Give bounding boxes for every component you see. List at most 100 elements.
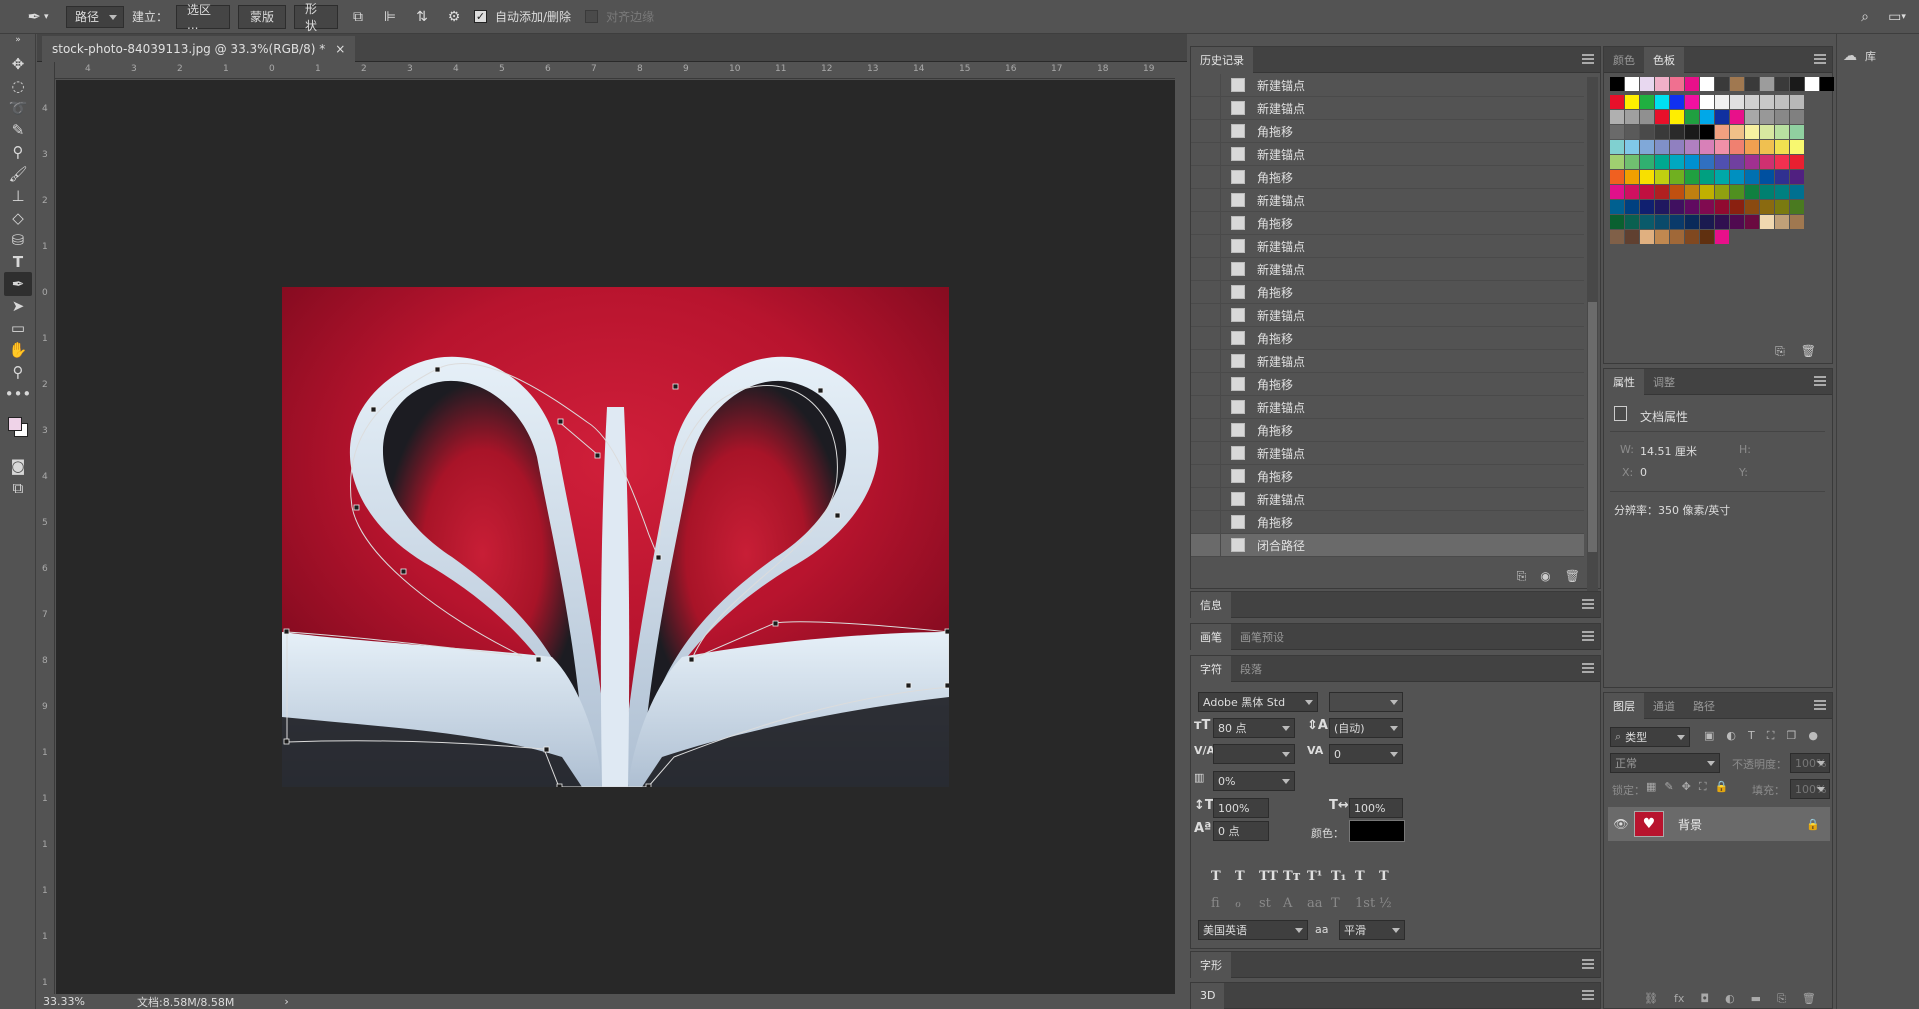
filter-shape-icon[interactable]: ⛶ xyxy=(1767,729,1775,743)
text-style-button[interactable]: T¹ xyxy=(1307,869,1322,884)
history-item[interactable]: 新建锚点 xyxy=(1191,349,1584,373)
color-swatch[interactable] xyxy=(1775,170,1789,184)
color-swatch[interactable] xyxy=(1760,95,1774,109)
color-swatch[interactable] xyxy=(1790,170,1804,184)
color-swatch[interactable] xyxy=(1775,185,1789,199)
color-swatch[interactable] xyxy=(1655,230,1669,244)
color-swatch[interactable] xyxy=(1610,140,1624,154)
color-swatch[interactable] xyxy=(1670,125,1684,139)
color-swatch[interactable] xyxy=(1820,77,1834,91)
filter-smart-icon[interactable]: ❐ xyxy=(1786,729,1796,743)
color-swatch[interactable] xyxy=(1790,185,1804,199)
color-swatch[interactable] xyxy=(1700,125,1714,139)
color-swatch[interactable] xyxy=(1610,185,1624,199)
workspace-icon[interactable]: ▭ ▾ xyxy=(1885,5,1909,29)
color-swatch[interactable] xyxy=(1745,140,1759,154)
color-swatch[interactable] xyxy=(1685,140,1699,154)
color-swatch[interactable] xyxy=(1685,185,1699,199)
color-swatch[interactable] xyxy=(1700,140,1714,154)
color-swatch[interactable] xyxy=(1655,170,1669,184)
color-swatch[interactable] xyxy=(1745,170,1759,184)
tab-color[interactable]: 颜色 xyxy=(1604,47,1644,73)
history-item[interactable]: 闭合路径 xyxy=(1191,533,1584,557)
color-swatch[interactable] xyxy=(1760,185,1774,199)
color-swatch[interactable] xyxy=(1610,170,1624,184)
zoom-tool-icon[interactable]: ⚲ xyxy=(4,360,32,384)
panel-3d-menu-icon[interactable] xyxy=(1582,990,1594,1000)
rectangle-tool-icon[interactable]: ▭ xyxy=(4,316,32,340)
color-swatch[interactable] xyxy=(1700,215,1714,229)
color-swatches-icon[interactable] xyxy=(4,406,32,446)
opentype-button[interactable]: aa xyxy=(1307,896,1323,911)
color-swatch[interactable] xyxy=(1775,77,1789,91)
color-swatch[interactable] xyxy=(1730,125,1744,139)
opentype-button[interactable]: st xyxy=(1259,896,1271,911)
color-swatch[interactable] xyxy=(1670,200,1684,214)
color-swatch[interactable] xyxy=(1610,155,1624,169)
history-snapshot-checkbox[interactable] xyxy=(1191,142,1221,166)
color-swatch[interactable] xyxy=(1670,230,1684,244)
history-item[interactable]: 新建锚点 xyxy=(1191,73,1584,97)
color-swatch[interactable] xyxy=(1760,140,1774,154)
color-swatch[interactable] xyxy=(1730,110,1744,124)
leading-field[interactable]: (自动) xyxy=(1329,718,1403,738)
color-swatch[interactable] xyxy=(1685,95,1699,109)
new-layer-icon[interactable]: ⎘ xyxy=(1777,992,1786,1006)
color-swatch[interactable] xyxy=(1610,95,1624,109)
bucket-tool-icon[interactable]: ⛁ xyxy=(4,228,32,252)
history-snapshot-checkbox[interactable] xyxy=(1191,510,1221,534)
quick-select-tool-icon[interactable]: ✎ xyxy=(4,118,32,142)
history-snapshot-checkbox[interactable] xyxy=(1191,441,1221,465)
color-swatch[interactable] xyxy=(1715,77,1729,91)
glyphs-menu-icon[interactable] xyxy=(1582,959,1594,969)
color-swatch[interactable] xyxy=(1625,200,1639,214)
filter-adjustment-icon[interactable]: ◐ xyxy=(1726,729,1736,743)
color-swatch[interactable] xyxy=(1700,95,1714,109)
document-tab[interactable]: stock-photo-84039113.jpg @ 33.3%(RGB/8) … xyxy=(42,36,356,62)
tab-info[interactable]: 信息 xyxy=(1191,591,1231,618)
blend-mode-select[interactable]: 正常 xyxy=(1610,753,1720,773)
color-swatch[interactable] xyxy=(1745,95,1759,109)
tsume-field[interactable]: 0% xyxy=(1213,771,1295,791)
color-swatch[interactable] xyxy=(1655,95,1669,109)
opentype-button[interactable]: 1st xyxy=(1355,896,1375,911)
color-swatch[interactable] xyxy=(1745,125,1759,139)
color-swatch[interactable] xyxy=(1625,125,1639,139)
horizontal-scale-field[interactable]: 100% xyxy=(1349,798,1403,818)
color-swatch[interactable] xyxy=(1640,215,1654,229)
color-swatch[interactable] xyxy=(1730,155,1744,169)
path-select-tool-icon[interactable]: ➤ xyxy=(4,294,32,318)
color-swatch[interactable] xyxy=(1760,200,1774,214)
history-snapshot-checkbox[interactable] xyxy=(1191,303,1221,327)
color-swatch[interactable] xyxy=(1610,200,1624,214)
history-snapshot-checkbox[interactable] xyxy=(1191,395,1221,419)
color-swatch[interactable] xyxy=(1760,170,1774,184)
lasso-tool-icon[interactable]: ➰ xyxy=(4,96,32,120)
text-style-button[interactable]: TT xyxy=(1259,869,1278,884)
delete-swatch-icon[interactable]: 🗑 xyxy=(1801,344,1816,359)
gear-icon[interactable]: ⚙ xyxy=(442,5,466,29)
text-color-swatch[interactable] xyxy=(1349,820,1405,842)
tab-3d[interactable]: 3D xyxy=(1191,982,1225,1009)
color-swatch[interactable] xyxy=(1655,110,1669,124)
color-swatch[interactable] xyxy=(1655,200,1669,214)
opacity-field[interactable]: 100% xyxy=(1790,753,1830,773)
color-swatch[interactable] xyxy=(1700,110,1714,124)
history-item[interactable]: 角拖移 xyxy=(1191,326,1584,350)
canvas-area[interactable] xyxy=(56,80,1175,994)
move-tool-icon[interactable]: ✥ xyxy=(4,52,32,76)
history-item[interactable]: 角拖移 xyxy=(1191,280,1584,304)
tab-character[interactable]: 字符 xyxy=(1191,655,1231,682)
auto-add-delete-checkbox[interactable]: ✓ xyxy=(474,10,488,23)
color-swatch[interactable] xyxy=(1730,95,1744,109)
color-swatch[interactable] xyxy=(1685,170,1699,184)
quick-mask-icon[interactable]: ◙ xyxy=(4,454,32,478)
color-swatch[interactable] xyxy=(1640,185,1654,199)
path-alignment-icon[interactable]: ⊫ xyxy=(378,5,402,29)
color-swatch[interactable] xyxy=(1700,155,1714,169)
history-snapshot-checkbox[interactable] xyxy=(1191,280,1221,304)
history-snapshot-checkbox[interactable] xyxy=(1191,487,1221,511)
layer-style-icon[interactable]: fx xyxy=(1674,992,1684,1006)
color-swatch[interactable] xyxy=(1640,155,1654,169)
color-swatch[interactable] xyxy=(1730,185,1744,199)
